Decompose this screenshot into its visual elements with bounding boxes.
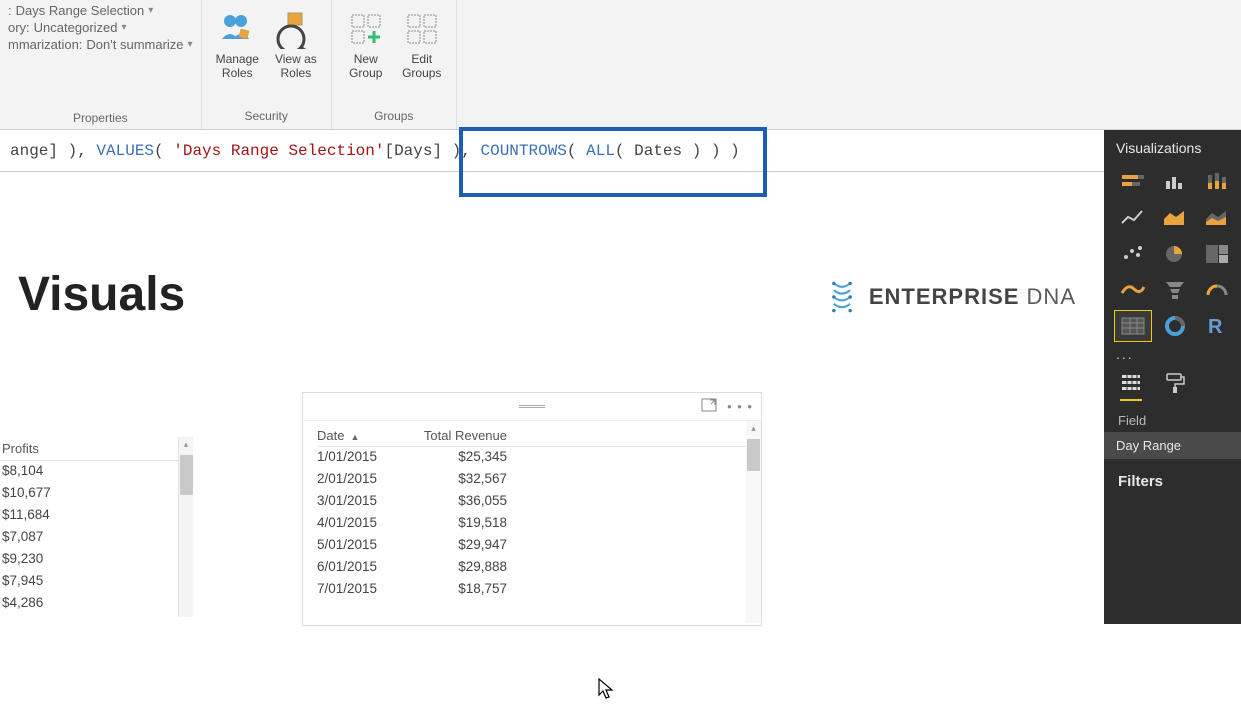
table-row[interactable]: $11,684 bbox=[0, 505, 193, 527]
filters-section-title: Filters bbox=[1104, 459, 1241, 494]
table-row[interactable]: $8,104 bbox=[0, 461, 193, 483]
edit-groups-icon bbox=[402, 8, 442, 50]
stacked-bar-viz-icon[interactable] bbox=[1114, 166, 1152, 198]
pie-viz-icon[interactable] bbox=[1156, 238, 1194, 270]
ribbon-properties-group: : Days Range Selection ▾ ory: Uncategori… bbox=[0, 0, 202, 129]
field-well-item[interactable]: Day Range bbox=[1104, 432, 1241, 459]
scroll-up-icon[interactable]: ▴ bbox=[746, 421, 761, 436]
funnel-viz-icon[interactable] bbox=[1156, 274, 1194, 306]
table-row[interactable]: 2/01/2015$32,567 bbox=[317, 469, 747, 491]
view-as-roles-icon bbox=[276, 8, 316, 50]
revenue-table-header[interactable]: Date▲ Total Revenue bbox=[317, 425, 747, 447]
profits-scrollbar[interactable]: ▴ bbox=[178, 437, 193, 617]
view-as-roles-button[interactable]: View as Roles bbox=[269, 4, 323, 85]
donut-viz-icon[interactable] bbox=[1156, 310, 1194, 342]
new-group-button[interactable]: New Group bbox=[340, 4, 392, 85]
more-visuals-button[interactable]: ... bbox=[1104, 344, 1241, 364]
ribbon-viz-icon[interactable] bbox=[1114, 274, 1152, 306]
scroll-up-icon[interactable]: ▴ bbox=[179, 437, 193, 452]
line-viz-icon[interactable] bbox=[1114, 202, 1152, 234]
new-group-icon bbox=[346, 8, 386, 50]
dna-icon bbox=[825, 280, 859, 314]
table-row[interactable]: $7,087 bbox=[0, 527, 193, 549]
ribbon: : Days Range Selection ▾ ory: Uncategori… bbox=[0, 0, 1241, 130]
manage-roles-icon bbox=[217, 8, 257, 50]
table-row[interactable]: $10,677 bbox=[0, 483, 193, 505]
formula-bar[interactable]: ange] ), VALUES( 'Days Range Selection'[… bbox=[0, 130, 1241, 172]
ribbon-groups-group: New Group Edit Groups Groups bbox=[332, 0, 457, 129]
revenue-scrollbar[interactable]: ▴ bbox=[746, 421, 761, 623]
scroll-thumb[interactable] bbox=[747, 439, 760, 471]
profits-table[interactable]: Profits $8,104$10,677$11,684$7,087$9,230… bbox=[0, 437, 193, 615]
sort-asc-icon: ▲ bbox=[350, 432, 359, 442]
gauge-viz-icon[interactable] bbox=[1198, 274, 1236, 306]
table-row[interactable]: 5/01/2015$29,947 bbox=[317, 535, 747, 557]
prop-category-row[interactable]: ory: Uncategorized ▾ bbox=[8, 19, 193, 36]
enterprise-dna-logo: ENTERPRISE DNA bbox=[825, 280, 1076, 314]
report-canvas[interactable]: Visuals ENTERPRISE DNA Profits $8,104$10… bbox=[0, 172, 1104, 624]
focus-mode-icon[interactable] bbox=[701, 398, 717, 415]
visualizations-panel: Visualizations R ... Field Day Range Fil… bbox=[1104, 130, 1241, 624]
table-row[interactable]: 1/01/2015$25,345 bbox=[317, 447, 747, 469]
table-row[interactable]: 3/01/2015$36,055 bbox=[317, 491, 747, 513]
stacked-column-viz-icon[interactable] bbox=[1198, 166, 1236, 198]
fields-tab[interactable] bbox=[1120, 372, 1142, 401]
prop-name-row[interactable]: : Days Range Selection ▾ bbox=[8, 2, 193, 19]
svg-text:R: R bbox=[1208, 316, 1223, 337]
more-options-icon[interactable]: • • • bbox=[727, 399, 753, 414]
manage-roles-button[interactable]: Manage Roles bbox=[210, 4, 265, 85]
date-column-header[interactable]: Date▲ bbox=[317, 428, 417, 443]
page-title: Visuals bbox=[18, 267, 185, 322]
table-row[interactable]: 7/01/2015$18,757 bbox=[317, 579, 747, 601]
visual-header[interactable]: • • • bbox=[303, 393, 761, 421]
properties-group-label: Properties bbox=[8, 109, 193, 127]
logo-text: ENTERPRISE DNA bbox=[869, 284, 1076, 310]
r-script-viz-icon[interactable]: R bbox=[1198, 310, 1236, 342]
formula-text[interactable]: ange] ), VALUES( 'Days Range Selection'[… bbox=[10, 142, 740, 160]
profits-header[interactable]: Profits bbox=[0, 437, 193, 461]
table-viz-icon[interactable] bbox=[1114, 310, 1152, 342]
treemap-viz-icon[interactable] bbox=[1198, 238, 1236, 270]
scatter-viz-icon[interactable] bbox=[1114, 238, 1152, 270]
table-row[interactable]: $7,945 bbox=[0, 571, 193, 593]
revenue-column-header[interactable]: Total Revenue bbox=[417, 428, 537, 443]
revenue-visual-card[interactable]: • • • Date▲ Total Revenue 1/01/2015$25,3… bbox=[302, 392, 762, 626]
table-row[interactable]: 6/01/2015$29,888 bbox=[317, 557, 747, 579]
scroll-thumb[interactable] bbox=[180, 455, 193, 495]
clustered-column-viz-icon[interactable] bbox=[1156, 166, 1194, 198]
stacked-area-viz-icon[interactable] bbox=[1198, 202, 1236, 234]
area-viz-icon[interactable] bbox=[1156, 202, 1194, 234]
ribbon-security-group: Manage Roles View as Roles Security bbox=[202, 0, 332, 129]
drag-handle-icon[interactable] bbox=[519, 405, 545, 408]
format-tab[interactable] bbox=[1164, 372, 1186, 401]
groups-group-label: Groups bbox=[340, 107, 448, 125]
field-section-label: Field bbox=[1104, 405, 1241, 432]
table-row[interactable]: 4/01/2015$19,518 bbox=[317, 513, 747, 535]
edit-groups-button[interactable]: Edit Groups bbox=[396, 4, 448, 85]
visualizations-title: Visualizations bbox=[1104, 130, 1241, 164]
table-row[interactable]: $4,286 bbox=[0, 593, 193, 615]
paint-roller-icon bbox=[1164, 372, 1186, 394]
security-group-label: Security bbox=[210, 107, 323, 125]
table-row[interactable]: $9,230 bbox=[0, 549, 193, 571]
visualization-gallery: R bbox=[1104, 164, 1241, 344]
mouse-cursor-icon bbox=[597, 677, 615, 707]
fields-icon bbox=[1120, 372, 1142, 392]
prop-summarization-row[interactable]: mmarization: Don't summarize ▾ bbox=[8, 36, 193, 53]
